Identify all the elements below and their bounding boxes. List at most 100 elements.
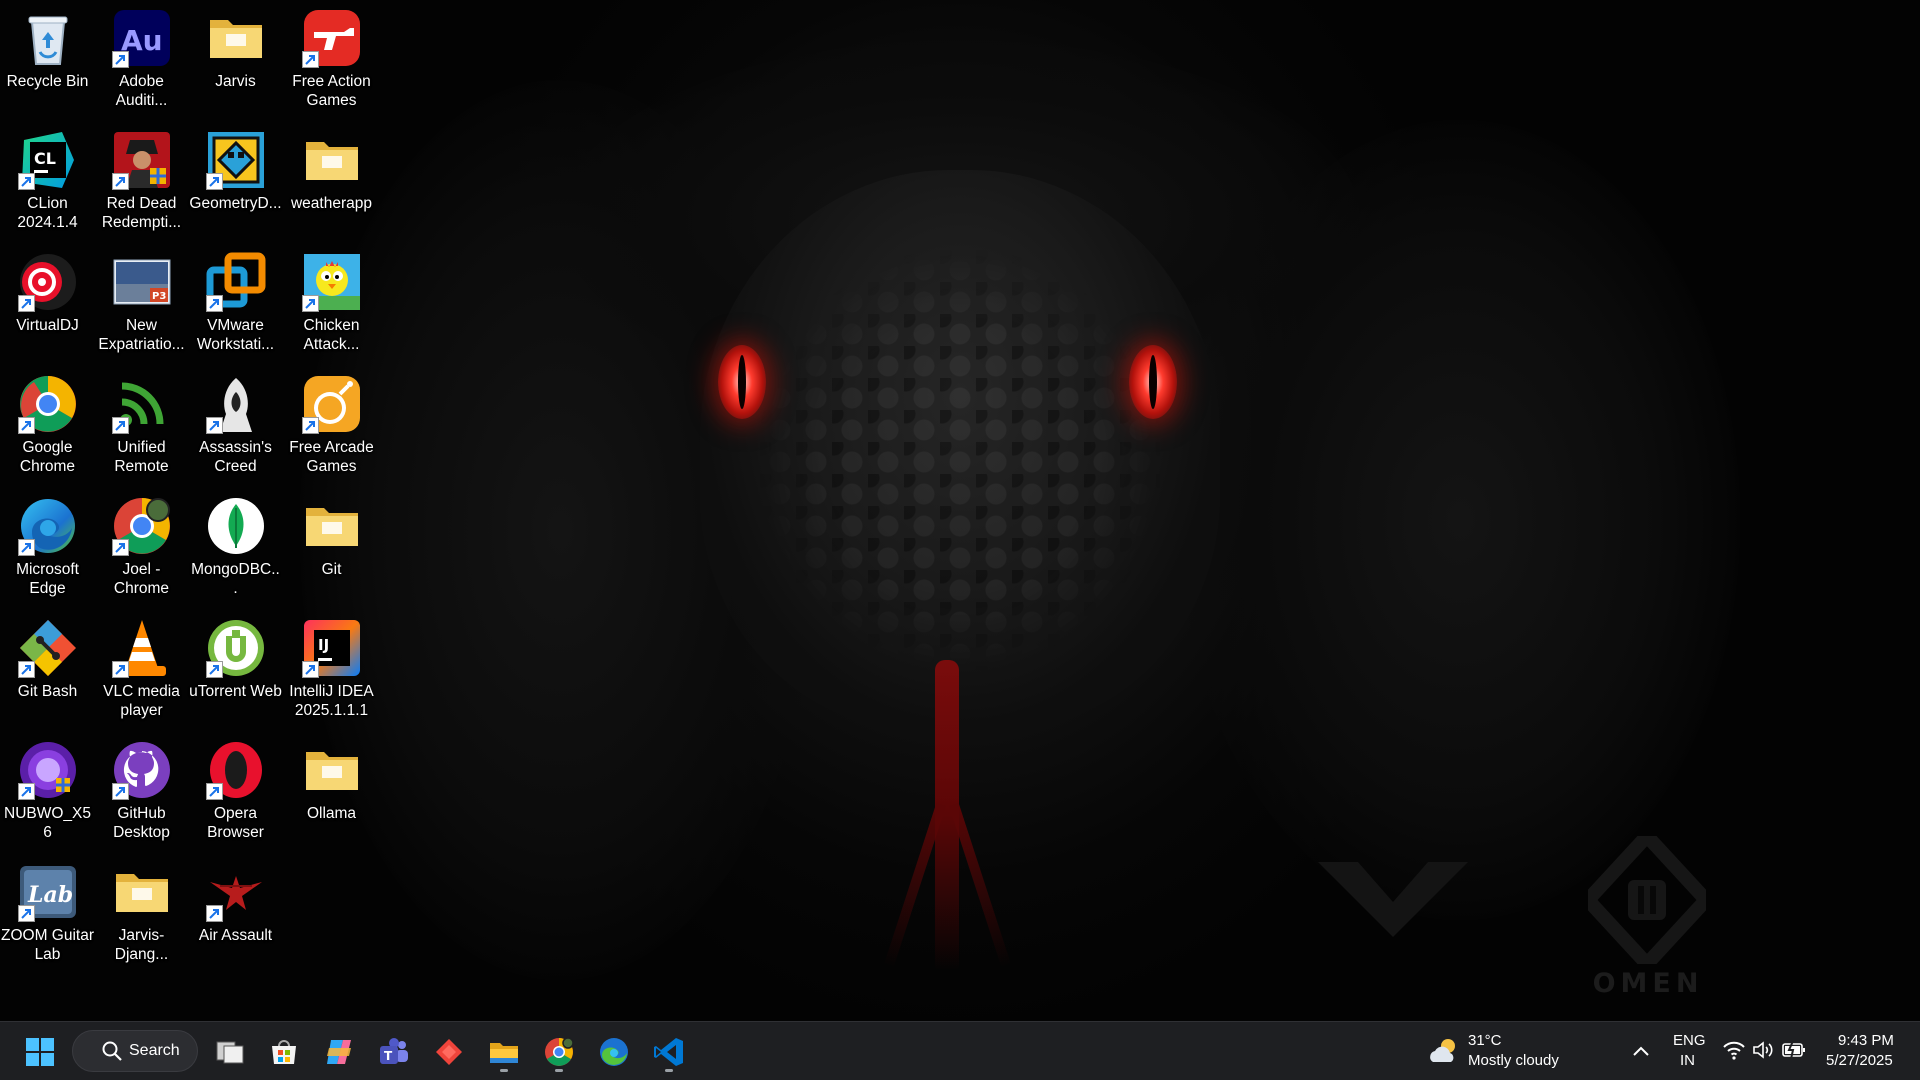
start-button[interactable] [18,1030,62,1074]
desktop-icon-intellij-idea[interactable]: IJ IntelliJ IDEA 2025.1.1.1 [284,610,379,728]
desktop-icon-new-expatriation[interactable]: P3 New Expatriatio... [94,244,189,362]
search-icon [102,1041,122,1061]
language-code[interactable]: ENG [1673,1031,1706,1050]
volume-icon [1753,1041,1773,1059]
copilot-button[interactable] [317,1030,361,1074]
desktop-icon-clion[interactable]: CL CLion 2024.1.4 [0,122,95,240]
desktop-icon-label: VMware Workstati... [196,317,275,353]
desktop-icon-joel-chrome[interactable]: Joel - Chrome [94,488,189,606]
desktop-icon-label: GeometryD... [189,195,282,212]
shortcut-arrow-icon [301,661,319,678]
desktop-icon-recycle-bin[interactable]: Recycle Bin [0,0,95,118]
chrome-taskbar-button[interactable] [537,1030,581,1074]
battery-button[interactable] [1781,1038,1807,1062]
task-view-button[interactable] [208,1030,252,1074]
zoom-guitar-lab-icon: Lab [17,862,78,922]
file-explorer-button[interactable] [482,1030,526,1074]
vscode-taskbar-button[interactable] [647,1030,691,1074]
anydesk-button[interactable] [427,1030,471,1074]
running-indicator [665,1069,673,1072]
search-label: Search [129,1042,180,1059]
desktop-icon-label: MongoDBC... [191,561,280,597]
desktop-icon-label: Opera Browser [207,805,264,841]
desktop-icon-opera[interactable]: Opera Browser [188,732,283,850]
desktop-icon-git[interactable]: Git [284,488,379,606]
free-action-games-icon [301,8,362,68]
desktop-icon-chicken-attack[interactable]: Chicken Attack... [284,244,379,362]
shortcut-arrow-icon [17,295,35,312]
desktop-icon-nubwo[interactable]: NUBWO_X56 [0,732,95,850]
edge-taskbar-button[interactable] [592,1030,636,1074]
vscode-icon [654,1038,683,1066]
volume-button[interactable] [1751,1038,1775,1062]
desktop-icon-free-action-games[interactable]: Free Action Games [284,0,379,118]
desktop-icon-label: uTorrent Web [189,683,282,700]
desktop-icon-label: Free Action Games [292,73,371,109]
desktop-icon-mongodb-compass[interactable]: MongoDBC... [188,488,283,606]
folder-icon [302,740,362,800]
desktop-icon-ollama[interactable]: Ollama [284,732,379,850]
desktop-icon-label: Jarvis-Djang... [114,927,169,963]
partly-cloudy-icon [1430,1039,1455,1062]
shortcut-arrow-icon [111,417,129,434]
running-indicator [500,1069,508,1072]
desktop-icon-label: Git Bash [17,683,78,700]
desktop[interactable]: OMEN Recycle Bin CL CLion 2024.1.4 Virtu… [0,0,1920,1021]
desktop-icon-jarvis-django[interactable]: Jarvis-Djang... [94,854,189,972]
desktop-icon-weatherapp[interactable]: weatherapp [284,122,379,240]
desktop-icon-utorrent[interactable]: uTorrent Web [188,610,283,728]
desktop-icon-geometry-dash[interactable]: GeometryD... [188,122,283,240]
microsoft-store-button[interactable] [262,1030,306,1074]
wallpaper-snake-eye-right [1129,345,1177,419]
clion-icon: CL [17,130,78,190]
shortcut-arrow-icon [205,905,223,922]
desktop-icon-jarvis[interactable]: Jarvis [188,0,283,118]
desktop-icon-label: New Expatriatio... [98,317,185,353]
shortcut-arrow-icon [17,417,35,434]
desktop-icon-adobe-audition[interactable]: Au Adobe Auditi... [94,0,189,118]
anydesk-icon [436,1039,462,1065]
clock-date[interactable]: 5/27/2025 [1826,1051,1893,1070]
desktop-icon-microsoft-edge[interactable]: Microsoft Edge [0,488,95,606]
desktop-icon-git-bash[interactable]: Git Bash [0,610,95,728]
desktop-icon-label: Free Arcade Games [289,439,374,475]
desktop-icon-unified-remote[interactable]: Unified Remote [94,366,189,484]
network-button[interactable] [1722,1038,1746,1062]
desktop-icon-free-arcade-games[interactable]: Free Arcade Games [284,366,379,484]
shortcut-arrow-icon [17,783,35,800]
chrome-profile-icon [111,496,172,556]
desktop-icon-label: CLion 2024.1.4 [17,195,78,231]
wifi-icon [1723,1041,1745,1060]
shortcut-arrow-icon [301,51,319,68]
desktop-icon-vmware[interactable]: VMware Workstati... [188,244,283,362]
show-hidden-icons-button[interactable] [1628,1036,1654,1066]
desktop-icon-zoom-guitar-lab[interactable]: Lab ZOOM Guitar Lab [0,854,95,972]
teams-button[interactable]: T [372,1030,416,1074]
taskbar-search-button[interactable]: Search [72,1030,198,1072]
free-arcade-games-icon [301,374,362,434]
desktop-icon-google-chrome[interactable]: Google Chrome [0,366,95,484]
wallpaper-pupil-right [1149,355,1157,409]
folder-icon [206,8,266,68]
desktop-icon-air-assault[interactable]: Air Assault [188,854,283,972]
language-region[interactable]: IN [1680,1051,1695,1070]
battery-charging-icon [1782,1040,1805,1060]
desktop-icon-virtualdj[interactable]: VirtualDJ [0,244,95,362]
mongodb-compass-icon [206,496,266,556]
omen-brand-text: OMEN [1592,968,1704,999]
recycle-bin-icon [18,8,78,68]
shortcut-arrow-icon [17,905,35,922]
utorrent-icon [205,618,266,678]
desktop-icon-github-desktop[interactable]: GitHub Desktop [94,732,189,850]
chrome-icon [17,374,78,434]
desktop-icon-red-dead-redemption[interactable]: Red Dead Redempti... [94,122,189,240]
desktop-icon-vlc[interactable]: VLC media player [94,610,189,728]
desktop-icon-assassins-creed[interactable]: Assassin's Creed [188,366,283,484]
copilot-icon [327,1040,351,1064]
wallpaper-snake-scales [760,250,1160,670]
svg-text:IJ: IJ [318,636,329,654]
shortcut-arrow-icon [17,539,35,556]
clock-time[interactable]: 9:43 PM [1838,1031,1894,1050]
shortcut-arrow-icon [111,783,129,800]
desktop-icon-label: Chicken Attack... [303,317,360,353]
